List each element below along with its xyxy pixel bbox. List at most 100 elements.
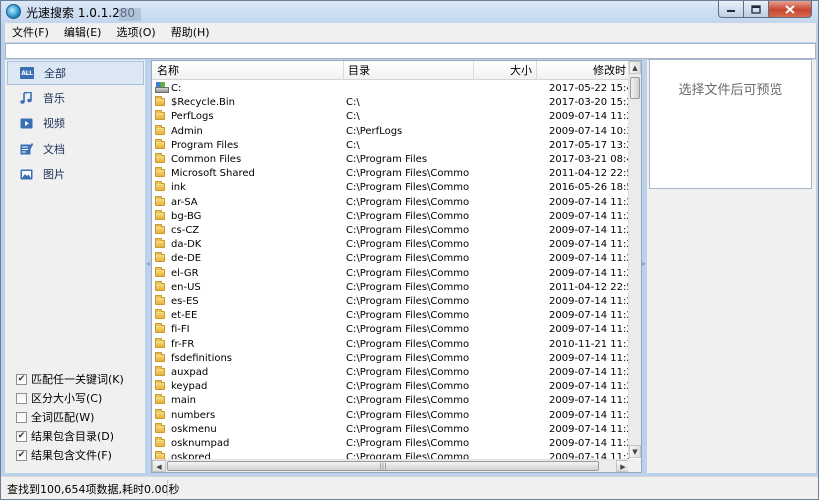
category-panel: ALL 全部 音乐 视频 文档 图片 ✔ 匹配任一关键词(K) 区分大小写(C)… (5, 60, 145, 473)
table-row[interactable]: de-DE C:\Program Files\Common Fil... 2009-… (152, 252, 630, 266)
close-button[interactable] (769, 1, 812, 18)
folder-icon (155, 266, 165, 277)
horizontal-scrollbar[interactable]: ◀ ||| ▶ (152, 459, 630, 472)
row-name-text: oskmenu (171, 423, 217, 435)
row-modified-cell: 2009-07-14 11:20:0 (549, 367, 629, 378)
row-dir-cell: C:\Program Files\Common Fil... (346, 367, 470, 378)
table-row[interactable]: oskmenu C:\Program Files\Common Fil... 200… (152, 422, 630, 437)
option-label: 结果包含文件(F) (31, 449, 112, 462)
row-dir-cell: C:\ (346, 139, 360, 151)
option-case-sensitive[interactable]: 区分大小写(C) (16, 390, 102, 406)
table-row[interactable]: osknumpad C:\Program Files\Common Fil... 2… (152, 437, 630, 451)
drive-icon (155, 82, 169, 93)
row-name-cell: ink (155, 181, 345, 195)
row-modified-cell: 2017-03-21 08:49: (549, 154, 629, 165)
table-row[interactable]: el-GR C:\Program Files\Common Fil... 2009-… (152, 266, 630, 281)
menu-edit[interactable]: 编辑(E) (57, 23, 110, 42)
table-row[interactable]: Program Files C:\ 2017-05-17 13:26: (152, 138, 630, 153)
column-name-header[interactable]: 名称 (152, 61, 344, 80)
menu-file[interactable]: 文件(F) (5, 23, 57, 42)
option-label: 匹配任一关键词(K) (31, 373, 124, 386)
category-music[interactable]: 音乐 (7, 86, 144, 110)
minimize-button[interactable] (718, 1, 744, 18)
scroll-up-arrow-icon[interactable]: ▲ (629, 61, 641, 74)
table-row[interactable]: Microsoft Shared C:\Program Files\Common … (152, 167, 630, 181)
checkbox-unchecked[interactable] (16, 411, 27, 423)
table-row[interactable]: da-DK C:\Program Files\Common Fil... 2009-… (152, 238, 630, 252)
table-row[interactable]: Common Files C:\Program Files 2017-03-21 0… (152, 153, 630, 167)
option-whole-word[interactable]: 全词匹配(W) (16, 409, 94, 425)
vertical-scroll-thumb[interactable] (630, 77, 640, 99)
row-modified-cell: 2009-07-14 11:20:0 (549, 324, 629, 336)
table-row[interactable]: fi-FI C:\Program Files\Common Fil... 2009-… (152, 323, 630, 337)
row-modified-cell: 2009-07-14 11:20:0 (549, 239, 629, 251)
checkbox-checked[interactable]: ✔ (16, 373, 27, 385)
search-input[interactable] (5, 43, 816, 59)
table-row[interactable]: ink C:\Program Files\Common Fil... 2016-05… (152, 181, 630, 195)
table-row[interactable]: bg-BG C:\Program Files\Common Fil... 2009-… (152, 209, 630, 224)
checkbox-unchecked[interactable] (16, 392, 27, 404)
right-splitter-handle[interactable]: ▸ (642, 259, 646, 268)
row-dir-cell: C:\Program Files\Common Fil... (346, 267, 470, 279)
maximize-button[interactable] (744, 1, 769, 18)
table-row[interactable]: en-US C:\Program Files\Common Fil... 2011-… (152, 280, 630, 295)
row-modified-cell: 2009-07-14 11:20:0 (549, 253, 629, 265)
table-row[interactable]: numbers C:\Program Files\Common Fil... 200… (152, 408, 630, 423)
row-name-cell: Program Files (155, 138, 345, 153)
vertical-scrollbar[interactable]: ▲ ▼ (628, 61, 641, 458)
category-label: 图片 (43, 168, 65, 181)
table-row[interactable]: fsdefinitions C:\Program Files\Common Fil… (152, 351, 630, 366)
checkbox-checked[interactable]: ✔ (16, 430, 27, 442)
row-dir-cell: C:\Program Files\Common Fil... (346, 381, 470, 393)
table-row[interactable]: $Recycle.Bin C:\ 2017-03-20 15:22: (152, 96, 630, 110)
horizontal-scroll-thumb[interactable]: ||| (167, 461, 599, 471)
scroll-left-arrow-icon[interactable]: ◀ (152, 460, 166, 472)
row-name-cell: fi-FI (155, 323, 345, 337)
menu-help[interactable]: 帮助(H) (164, 23, 218, 42)
option-include-directories[interactable]: ✔ 结果包含目录(D) (16, 428, 114, 444)
row-modified-cell: 2009-07-14 11:20:0 (549, 310, 629, 322)
folder-icon (155, 238, 165, 249)
category-video[interactable]: 视频 (7, 111, 144, 135)
menu-options[interactable]: 选项(O) (109, 23, 163, 42)
row-name-text: en-US (171, 281, 201, 293)
document-icon (19, 143, 33, 155)
category-document[interactable]: 文档 (7, 137, 144, 161)
table-row[interactable]: ar-SA C:\Program Files\Common Fil... 2009-… (152, 195, 630, 210)
row-name-cell: auxpad (155, 366, 345, 380)
table-row[interactable]: fr-FR C:\Program Files\Common Fil... 2010-… (152, 337, 630, 352)
table-row[interactable]: Admin C:\PerfLogs 2009-07-14 10:35:3 (152, 124, 630, 139)
table-row[interactable]: es-ES C:\Program Files\Common Fil... 2009-… (152, 295, 630, 309)
app-logo-icon (6, 4, 21, 19)
scroll-down-arrow-icon[interactable]: ▼ (629, 445, 641, 458)
column-size-header[interactable]: 大小 (474, 61, 537, 80)
category-all[interactable]: ALL 全部 (7, 61, 144, 85)
folder-icon (155, 280, 165, 291)
table-row[interactable]: main C:\Program Files\Common Fil... 2009-0… (152, 394, 630, 408)
row-name-cell: numbers (155, 408, 345, 423)
category-label: 文档 (43, 143, 65, 156)
column-dir-header[interactable]: 目录 (344, 61, 474, 80)
option-match-any-keyword[interactable]: ✔ 匹配任一关键词(K) (16, 371, 124, 387)
menu-bar: 文件(F) 编辑(E) 选项(O) 帮助(H) (5, 23, 816, 42)
checkbox-checked[interactable]: ✔ (16, 449, 27, 461)
option-include-files[interactable]: ✔ 结果包含文件(F) (16, 447, 112, 463)
folder-icon (155, 366, 165, 376)
left-splitter-handle[interactable]: ◂ (146, 259, 150, 268)
category-label: 全部 (44, 67, 66, 80)
table-row[interactable]: PerfLogs C:\ 2009-07-14 11:20:0 (152, 110, 630, 124)
row-modified-cell: 2009-07-14 11:20:0 (549, 267, 629, 279)
folder-icon (155, 408, 165, 419)
title-bar[interactable]: 光速搜索 1.0.1.280 (1, 1, 818, 23)
folder-icon (155, 124, 165, 135)
table-row[interactable]: auxpad C:\Program Files\Common Fil... 2009… (152, 366, 630, 380)
title-tab-ghost (119, 8, 141, 21)
category-picture[interactable]: 图片 (7, 162, 144, 186)
column-modified-header[interactable]: 修改时 (537, 61, 630, 80)
table-row[interactable]: C: 2017-05-22 15:42: (152, 82, 630, 96)
table-row[interactable]: et-EE C:\Program Files\Common Fil... 2009-… (152, 309, 630, 323)
table-row[interactable]: keypad C:\Program Files\Common Fil... 2009… (152, 380, 630, 394)
option-label: 结果包含目录(D) (31, 430, 115, 443)
table-row[interactable]: cs-CZ C:\Program Files\Common Fil... 2009-… (152, 224, 630, 238)
row-name-text: fi-FI (171, 324, 190, 336)
